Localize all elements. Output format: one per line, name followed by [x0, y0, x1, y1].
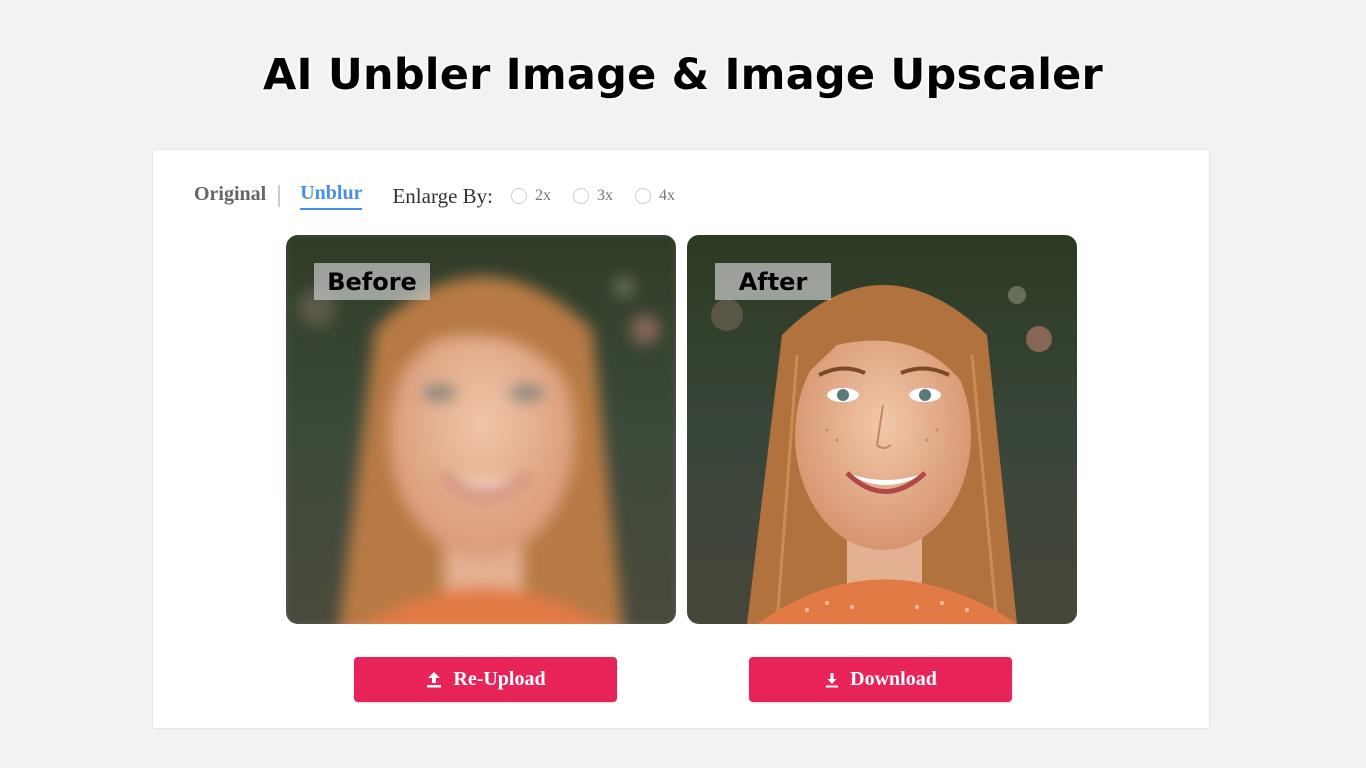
radio-label: 3x — [597, 187, 613, 204]
enlarge-option-3x[interactable]: 3x — [573, 187, 613, 205]
download-button[interactable]: Download — [749, 657, 1012, 702]
tab-original[interactable]: Original — [194, 183, 266, 209]
before-image-panel: Before — [286, 235, 676, 624]
radio-button[interactable] — [511, 188, 527, 204]
radio-label: 2x — [535, 187, 551, 204]
after-image-panel: After — [687, 235, 1077, 624]
radio-button[interactable] — [573, 188, 589, 204]
main-card: Original Unblur Enlarge By: 2x 3x 4x Bef… — [152, 149, 1210, 729]
radio-label: 4x — [659, 187, 675, 204]
before-label: Before — [314, 263, 430, 300]
enlarge-option-4x[interactable]: 4x — [635, 187, 675, 205]
toolbar: Original Unblur Enlarge By: 2x 3x 4x — [194, 180, 697, 212]
download-label: Download — [850, 668, 937, 690]
page-title: AI Unbler Image & Image Upscaler — [263, 50, 1103, 100]
download-icon — [824, 672, 840, 688]
re-upload-label: Re-Upload — [453, 668, 546, 690]
re-upload-button[interactable]: Re-Upload — [354, 657, 617, 702]
enlarge-option-2x[interactable]: 2x — [511, 187, 551, 205]
after-label: After — [715, 263, 831, 300]
enlarge-label: Enlarge By: — [392, 183, 493, 208]
radio-button[interactable] — [635, 188, 651, 204]
upload-icon — [425, 671, 443, 689]
tab-divider — [278, 185, 281, 207]
tab-unblur[interactable]: Unblur — [300, 182, 363, 210]
